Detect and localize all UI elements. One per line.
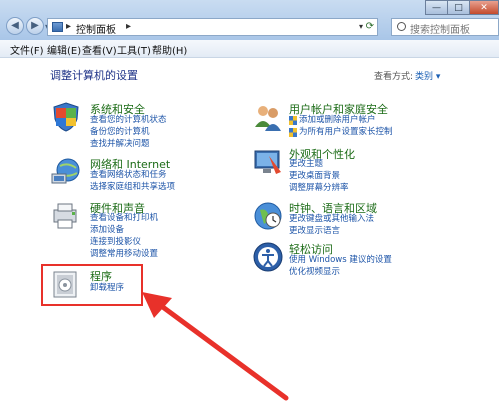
page-title: 调整计算机的设置 bbox=[50, 69, 138, 82]
link-devices-printers[interactable]: 查看设备和打印机 bbox=[90, 213, 158, 224]
minimize-button[interactable]: — bbox=[425, 0, 448, 15]
address-dropdown-icon[interactable]: ▾ bbox=[359, 22, 363, 31]
annotation-highlight-box bbox=[41, 264, 143, 306]
back-icon: ◀ bbox=[11, 20, 19, 31]
link-add-remove-accounts[interactable]: 添加或删除用户帐户 bbox=[299, 115, 376, 126]
link-change-input-method[interactable]: 更改键盘或其他输入法 bbox=[289, 214, 374, 225]
forward-icon: ▶ bbox=[31, 20, 39, 31]
link-homegroup-sharing[interactable]: 选择家庭组和共享选项 bbox=[90, 182, 175, 193]
view-by-label: 查看方式: bbox=[374, 72, 414, 82]
link-display-language[interactable]: 更改显示语言 bbox=[289, 226, 340, 237]
breadcrumb-control-panel[interactable]: 控制面板 bbox=[76, 21, 116, 36]
link-mobility-settings[interactable]: 调整常用移动设置 bbox=[90, 249, 158, 260]
appearance-icon[interactable] bbox=[252, 146, 284, 178]
view-by-dropdown[interactable]: 类别 ▾ bbox=[415, 69, 440, 82]
users-icon[interactable] bbox=[252, 101, 284, 133]
link-desktop-background[interactable]: 更改桌面背景 bbox=[289, 171, 340, 182]
link-change-theme[interactable]: 更改主题 bbox=[289, 159, 323, 170]
refresh-icon[interactable]: ⟳ bbox=[366, 21, 374, 32]
maximize-button[interactable]: □ bbox=[447, 0, 470, 15]
menu-help[interactable]: 帮助(H) bbox=[152, 42, 187, 57]
link-troubleshoot[interactable]: 查找并解决问题 bbox=[90, 139, 150, 150]
title-bar: — □ ✕ ◀ ▶ ▾ ▸ 控制面板 ▸ ▾ ⟳ 搜索控制面板 bbox=[0, 0, 499, 40]
close-button[interactable]: ✕ bbox=[469, 0, 499, 15]
link-connect-projector[interactable]: 连接到投影仪 bbox=[90, 237, 141, 248]
forward-button[interactable]: ▶ bbox=[26, 17, 44, 35]
link-parental-controls[interactable]: 为所有用户设置家长控制 bbox=[299, 127, 393, 138]
annotation-arrow bbox=[142, 292, 289, 401]
breadcrumb-chevron-icon[interactable]: ▸ bbox=[66, 21, 71, 32]
uac-shield-icon bbox=[289, 128, 297, 137]
control-panel-icon bbox=[52, 22, 63, 32]
link-add-device[interactable]: 添加设备 bbox=[90, 225, 124, 236]
search-input[interactable]: 搜索控制面板 bbox=[391, 18, 499, 36]
clock-region-icon[interactable] bbox=[252, 200, 284, 232]
menu-bar: 文件(F) 编辑(E) 查看(V) 工具(T) 帮助(H) bbox=[0, 40, 499, 58]
link-screen-resolution[interactable]: 调整屏幕分辨率 bbox=[289, 183, 349, 194]
link-windows-recommended-settings[interactable]: 使用 Windows 建议的设置 bbox=[289, 255, 392, 266]
uac-shield-icon bbox=[289, 116, 297, 125]
menu-tools[interactable]: 工具(T) bbox=[117, 42, 151, 57]
link-view-computer-status[interactable]: 查看您的计算机状态 bbox=[90, 115, 167, 126]
back-button[interactable]: ◀ bbox=[6, 17, 24, 35]
window-controls: — □ ✕ bbox=[425, 0, 499, 16]
network-icon[interactable] bbox=[50, 156, 82, 188]
breadcrumb-chevron-icon[interactable]: ▸ bbox=[126, 21, 131, 32]
search-icon bbox=[397, 22, 406, 31]
system-security-icon[interactable] bbox=[50, 101, 82, 133]
address-bar[interactable]: ▸ 控制面板 ▸ ▾ ⟳ bbox=[47, 18, 378, 36]
menu-edit[interactable]: 编辑(E) bbox=[47, 42, 81, 57]
menu-view[interactable]: 查看(V) bbox=[82, 42, 117, 57]
link-network-status[interactable]: 查看网络状态和任务 bbox=[90, 170, 167, 181]
link-backup-computer[interactable]: 备份您的计算机 bbox=[90, 127, 150, 138]
search-placeholder: 搜索控制面板 bbox=[410, 25, 470, 36]
hardware-sound-icon[interactable] bbox=[50, 200, 82, 232]
menu-file[interactable]: 文件(F) bbox=[10, 42, 44, 57]
link-optimize-video[interactable]: 优化视频显示 bbox=[289, 267, 340, 278]
ease-of-access-icon[interactable] bbox=[252, 241, 284, 273]
control-panel-content: 调整计算机的设置 查看方式: 类别 ▾ 系统和安全 查看您的计算机状态 备份您的… bbox=[0, 58, 499, 401]
